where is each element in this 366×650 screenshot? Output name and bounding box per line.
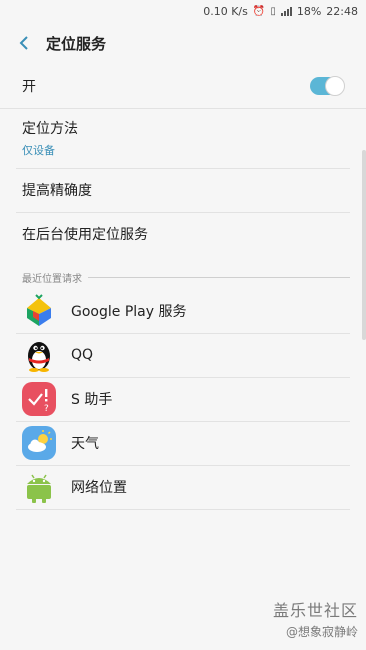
qq-penguin-icon — [22, 338, 56, 372]
vibrate-icon: ▯ — [270, 5, 276, 17]
svg-text:?: ? — [44, 404, 49, 414]
location-method-value: 仅设备 — [22, 144, 55, 157]
list-item[interactable]: QQ — [0, 333, 366, 377]
google-play-services-icon — [22, 294, 56, 328]
section-divider — [88, 276, 350, 278]
app-label: Google Play 服务 — [71, 304, 187, 320]
status-bar: 0.10 K/s ⏰ ▯ 18% 22:48 — [0, 0, 366, 22]
toggle-knob — [325, 76, 345, 96]
list-item[interactable]: 网络位置 — [0, 465, 366, 509]
watermark: 盖乐世社区 @想象寂静岭 — [273, 597, 358, 640]
clock: 22:48 — [326, 4, 358, 18]
background-location-label: 在后台使用定位服务 — [22, 227, 148, 243]
list-item[interactable]: ? S 助手 — [0, 377, 366, 421]
app-label: 天气 — [71, 436, 99, 452]
android-icon — [22, 470, 56, 504]
list-item[interactable]: Google Play 服务 — [0, 289, 366, 333]
app-label: QQ — [71, 347, 94, 363]
battery-level: 18% — [296, 4, 322, 18]
location-toggle[interactable] — [310, 76, 345, 96]
scrollbar[interactable] — [362, 150, 366, 340]
section-title: 最近位置请求 — [22, 273, 82, 285]
improve-accuracy-label: 提高精确度 — [22, 183, 92, 199]
weather-icon — [22, 426, 56, 460]
back-button[interactable] — [4, 22, 44, 64]
improve-accuracy-item[interactable]: 提高精确度 — [0, 168, 366, 212]
location-master-switch-row[interactable]: 开 — [0, 64, 366, 108]
location-method-item[interactable]: 定位方法 仅设备 — [0, 108, 366, 168]
app-label: S 助手 — [71, 392, 113, 408]
network-speed: 0.10 K/s — [203, 4, 248, 18]
s-assistant-icon: ? — [22, 382, 56, 416]
list-item[interactable]: 天气 — [0, 421, 366, 465]
app-bar: 定位服务 — [0, 22, 366, 64]
app-label: 网络位置 — [71, 480, 127, 496]
location-method-label: 定位方法 — [22, 121, 78, 137]
signal-icon — [280, 6, 292, 16]
chevron-left-icon — [19, 36, 28, 50]
watermark-community: 盖乐世社区 — [272, 601, 358, 620]
alarm-icon: ⏰ — [252, 5, 266, 17]
background-location-item[interactable]: 在后台使用定位服务 — [0, 212, 366, 256]
divider — [16, 509, 350, 510]
page-title: 定位服务 — [46, 34, 107, 53]
recent-requests-header: 最近位置请求 — [22, 270, 350, 285]
watermark-user: @想象寂静岭 — [285, 625, 358, 639]
switch-label: 开 — [22, 79, 36, 95]
